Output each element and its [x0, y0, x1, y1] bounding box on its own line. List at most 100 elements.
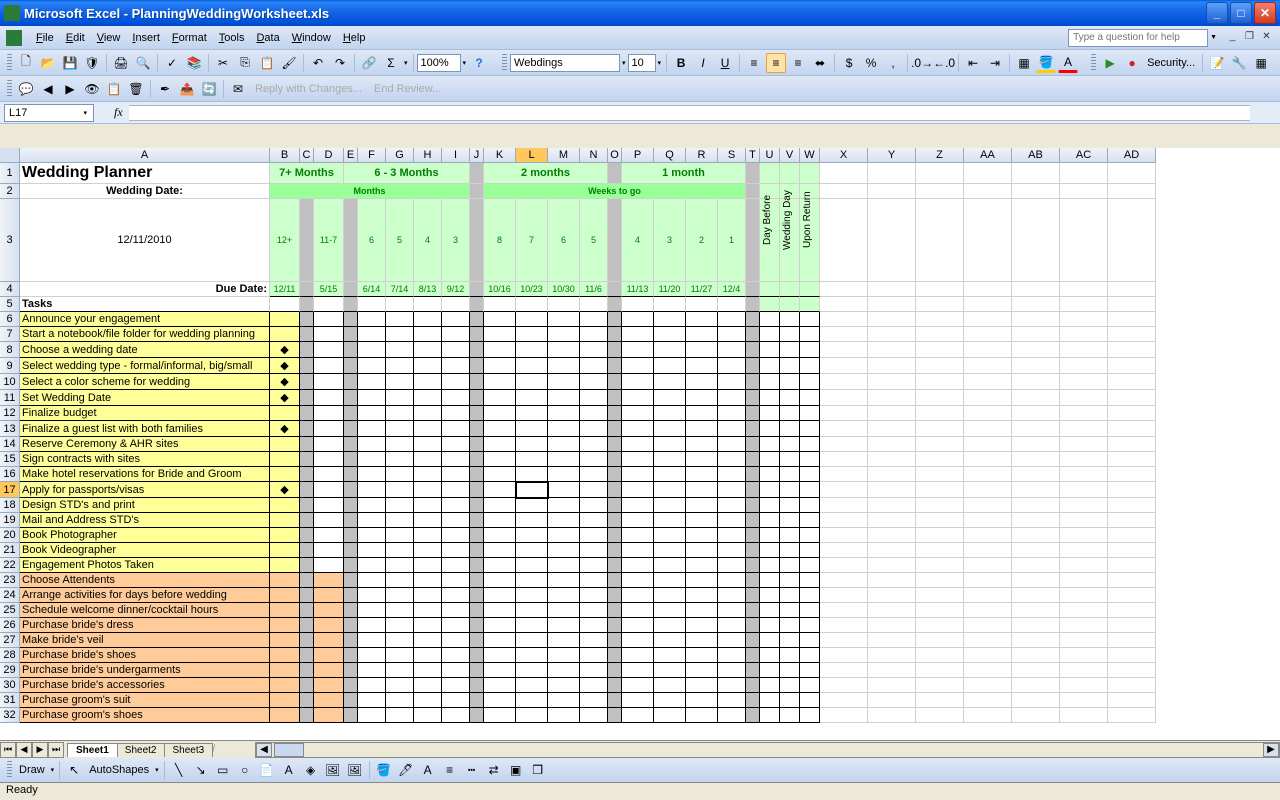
cell-Z24[interactable] [916, 588, 964, 603]
autoshapes-menu[interactable]: AutoShapes [85, 764, 153, 776]
cell-R30[interactable] [686, 678, 718, 693]
cell-Z1[interactable] [916, 163, 964, 184]
cell-J20[interactable] [470, 528, 484, 543]
cell-Q21[interactable] [654, 543, 686, 558]
cell-K1[interactable]: 2 months [484, 163, 608, 184]
cell-T21[interactable] [746, 543, 760, 558]
cell-L19[interactable] [516, 513, 548, 528]
cell-U10[interactable] [760, 374, 780, 390]
cell-S9[interactable] [718, 358, 746, 374]
cell-T26[interactable] [746, 618, 760, 633]
cell-M28[interactable] [548, 648, 580, 663]
cell-W5[interactable] [800, 297, 820, 312]
cell-R12[interactable] [686, 406, 718, 421]
cell-R4[interactable]: 11/27 [686, 282, 718, 297]
cell-W15[interactable] [800, 452, 820, 467]
cell-F24[interactable] [358, 588, 386, 603]
cell-AA12[interactable] [964, 406, 1012, 421]
cell-AB15[interactable] [1012, 452, 1060, 467]
row-header-16[interactable]: 16 [0, 467, 20, 482]
cell-R29[interactable] [686, 663, 718, 678]
cell-Q17[interactable] [654, 482, 686, 498]
cell-C19[interactable] [300, 513, 314, 528]
cell-V14[interactable] [780, 437, 800, 452]
cell-V4[interactable] [780, 282, 800, 297]
cell-T3[interactable] [746, 199, 760, 282]
align-right-icon[interactable]: ≡ [788, 53, 808, 73]
cell-Y29[interactable] [868, 663, 916, 678]
cell-A2[interactable]: Wedding Date: [20, 184, 270, 199]
increase-indent-icon[interactable]: ⇥ [985, 53, 1005, 73]
cell-A3[interactable]: 12/11/2010 [20, 199, 270, 282]
cell-K7[interactable] [484, 327, 516, 342]
cell-Z19[interactable] [916, 513, 964, 528]
row-header-27[interactable]: 27 [0, 633, 20, 648]
cell-AD28[interactable] [1108, 648, 1156, 663]
cell-T10[interactable] [746, 374, 760, 390]
cell-L12[interactable] [516, 406, 548, 421]
cell-AA16[interactable] [964, 467, 1012, 482]
cell-AD13[interactable] [1108, 421, 1156, 437]
row-header-15[interactable]: 15 [0, 452, 20, 467]
cell-S23[interactable] [718, 573, 746, 588]
cell-AC26[interactable] [1060, 618, 1108, 633]
cell-X18[interactable] [820, 498, 868, 513]
cell-L15[interactable] [516, 452, 548, 467]
cell-T7[interactable] [746, 327, 760, 342]
cell-I16[interactable] [442, 467, 470, 482]
cell-D13[interactable] [314, 421, 344, 437]
cell-I8[interactable] [442, 342, 470, 358]
cell-AD20[interactable] [1108, 528, 1156, 543]
cell-AC11[interactable] [1060, 390, 1108, 406]
cell-F10[interactable] [358, 374, 386, 390]
cell-A13[interactable]: Finalize a guest list with both families [20, 421, 270, 437]
cell-S17[interactable] [718, 482, 746, 498]
cell-AC2[interactable] [1060, 184, 1108, 199]
cell-Z25[interactable] [916, 603, 964, 618]
cell-O13[interactable] [608, 421, 622, 437]
cell-V20[interactable] [780, 528, 800, 543]
cell-Z31[interactable] [916, 693, 964, 708]
cell-R27[interactable] [686, 633, 718, 648]
format-painter-icon[interactable]: 🖌 [279, 53, 299, 73]
cell-K31[interactable] [484, 693, 516, 708]
cell-Y30[interactable] [868, 678, 916, 693]
cell-Q10[interactable] [654, 374, 686, 390]
cell-P22[interactable] [622, 558, 654, 573]
cell-L13[interactable] [516, 421, 548, 437]
cell-I31[interactable] [442, 693, 470, 708]
cell-J22[interactable] [470, 558, 484, 573]
cell-O29[interactable] [608, 663, 622, 678]
cell-J30[interactable] [470, 678, 484, 693]
cell-S30[interactable] [718, 678, 746, 693]
cell-B12[interactable] [270, 406, 300, 421]
cell-AD8[interactable] [1108, 342, 1156, 358]
cell-AA5[interactable] [964, 297, 1012, 312]
cell-G12[interactable] [386, 406, 414, 421]
cell-V24[interactable] [780, 588, 800, 603]
cell-U9[interactable] [760, 358, 780, 374]
cell-Q11[interactable] [654, 390, 686, 406]
decrease-indent-icon[interactable]: ⇤ [963, 53, 983, 73]
cell-S19[interactable] [718, 513, 746, 528]
cell-Y22[interactable] [868, 558, 916, 573]
cell-D7[interactable] [314, 327, 344, 342]
cell-J6[interactable] [470, 312, 484, 327]
col-header-AD[interactable]: AD [1108, 148, 1156, 163]
cell-G23[interactable] [386, 573, 414, 588]
cell-Z27[interactable] [916, 633, 964, 648]
cell-J28[interactable] [470, 648, 484, 663]
cell-I24[interactable] [442, 588, 470, 603]
cell-O22[interactable] [608, 558, 622, 573]
cell-M3[interactable]: 6 [548, 199, 580, 282]
cell-X10[interactable] [820, 374, 868, 390]
cell-J25[interactable] [470, 603, 484, 618]
cell-AA6[interactable] [964, 312, 1012, 327]
cell-F27[interactable] [358, 633, 386, 648]
cell-Z23[interactable] [916, 573, 964, 588]
cell-Q28[interactable] [654, 648, 686, 663]
cell-V21[interactable] [780, 543, 800, 558]
cell-F17[interactable] [358, 482, 386, 498]
cell-AB7[interactable] [1012, 327, 1060, 342]
cell-Q6[interactable] [654, 312, 686, 327]
